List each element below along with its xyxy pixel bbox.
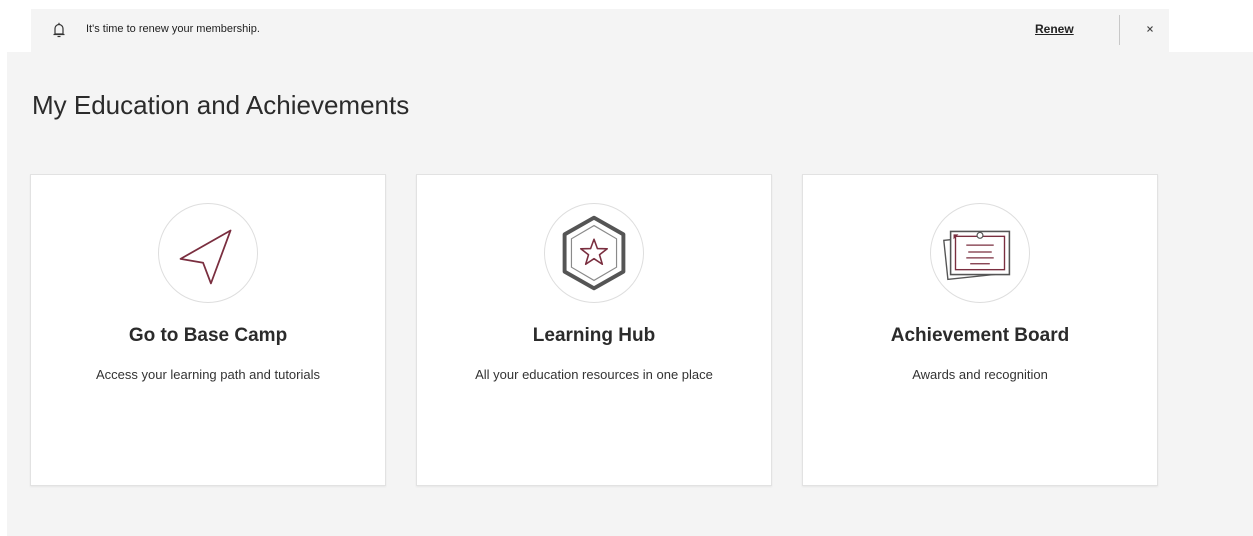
page-title: My Education and Achievements <box>32 90 410 120</box>
card-description: Awards and recognition <box>912 367 1048 382</box>
renew-link[interactable]: Renew <box>1035 22 1074 36</box>
learning-hub-card[interactable]: Learning Hub All your education resource… <box>416 174 772 486</box>
card-title: Go to Base Camp <box>128 325 288 346</box>
card-description: All your education resources in one plac… <box>475 367 713 382</box>
star-badge-icon <box>562 215 626 291</box>
banner-divider <box>1119 15 1120 45</box>
bell-icon <box>50 21 68 39</box>
learning-hub-icon-circle <box>544 203 644 303</box>
card-description: Access your learning path and tutorials <box>95 367 320 382</box>
navigation-arrow-icon <box>179 229 232 285</box>
card-title: Achievement Board <box>890 325 1070 346</box>
certificate-icon <box>943 230 1011 281</box>
achievement-board-icon-circle <box>930 203 1030 303</box>
banner-message: It's time to renew your membership. <box>86 23 260 35</box>
achievement-board-card[interactable]: Achievement Board Awards and recognition <box>802 174 1158 486</box>
main-content: My Education and Achievements Go to Base… <box>7 52 1253 536</box>
close-icon[interactable] <box>1143 22 1157 36</box>
base-camp-card[interactable]: Go to Base Camp Access your learning pat… <box>30 174 386 486</box>
base-camp-icon-circle <box>158 203 258 303</box>
card-title: Learning Hub <box>532 325 656 346</box>
renewal-banner: It's time to renew your membership. Rene… <box>31 9 1169 52</box>
